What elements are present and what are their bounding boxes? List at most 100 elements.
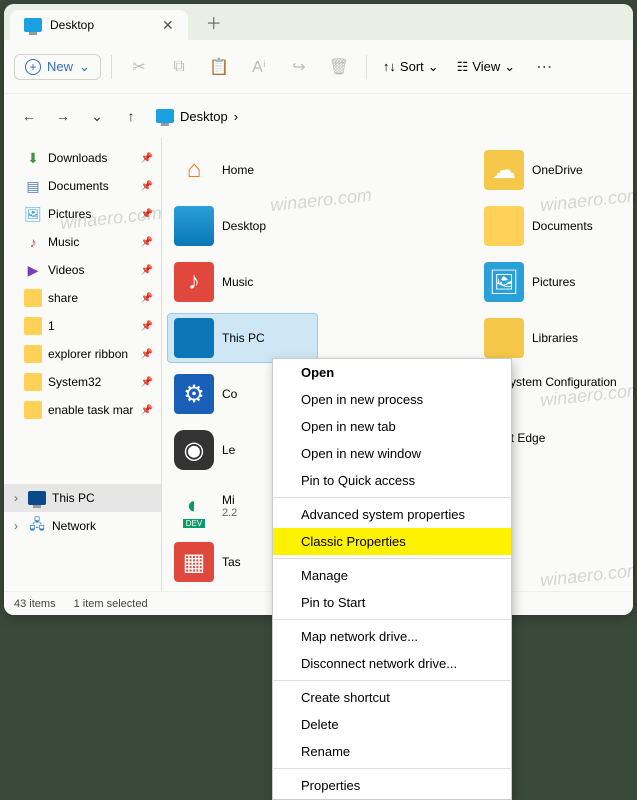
video-icon: ▶ [24, 261, 42, 279]
chevron-down-icon: ⌄ [504, 59, 515, 75]
new-tab-button[interactable]: ＋ [198, 10, 230, 34]
cut-icon[interactable]: ✂ [122, 50, 156, 84]
item-documents[interactable]: Documents [478, 202, 627, 250]
menu-disconnect-network-drive[interactable]: Disconnect network drive... [273, 650, 511, 677]
chevron-right-icon: › [234, 109, 238, 124]
sidebar-item-documents[interactable]: ▤Documents📌 [4, 172, 161, 200]
new-button[interactable]: + New ⌄ [14, 54, 101, 80]
libraries-icon [484, 318, 524, 358]
network-icon: 🖧 [28, 517, 46, 535]
crumb-label: Desktop [180, 109, 228, 124]
control-panel-icon: ⚙ [174, 374, 214, 414]
menu-open-new-window[interactable]: Open in new window [273, 440, 511, 467]
pin-icon: 📌 [141, 237, 153, 248]
home-icon: ⌂ [174, 150, 214, 190]
sidebar-item-music[interactable]: ♪Music📌 [4, 228, 161, 256]
sidebar-item-1[interactable]: 1📌 [4, 312, 161, 340]
menu-separator [273, 619, 511, 620]
delete-icon[interactable]: 🗑 [322, 50, 356, 84]
menu-separator [273, 558, 511, 559]
tab-desktop[interactable]: Desktop ✕ [10, 10, 188, 40]
pc-icon [174, 318, 214, 358]
item-libraries[interactable]: Libraries [478, 314, 627, 362]
sort-icon: ↑↓ [383, 59, 396, 74]
recent-button[interactable]: ⌄ [82, 101, 112, 131]
item-onedrive[interactable]: ☁OneDrive [478, 146, 627, 194]
sidebar-item-pictures[interactable]: 🖼Pictures📌 [4, 200, 161, 228]
cloud-icon: ☁ [484, 150, 524, 190]
rename-icon[interactable]: Aⁱ [242, 50, 276, 84]
pin-icon: 📌 [141, 293, 153, 304]
document-icon: ▤ [24, 177, 42, 195]
paste-icon[interactable]: 📋 [202, 50, 236, 84]
menu-manage[interactable]: Manage [273, 562, 511, 589]
folder-icon [24, 373, 42, 391]
status-count: 43 items [14, 598, 56, 610]
picture-icon: 🖼 [24, 205, 42, 223]
menu-properties[interactable]: Properties [273, 772, 511, 799]
sidebar-item-enable-task[interactable]: enable task mar📌 [4, 396, 161, 424]
pin-icon: 📌 [141, 181, 153, 192]
new-label: New [47, 59, 73, 74]
camera-icon: ◉ [174, 430, 214, 470]
up-button[interactable]: ↑ [116, 101, 146, 131]
expand-icon[interactable]: › [10, 519, 22, 533]
back-button[interactable]: ← [14, 101, 44, 131]
item-music[interactable]: ♪Music [168, 258, 317, 306]
item-desktop[interactable]: Desktop [168, 202, 317, 250]
share-icon[interactable]: ↪ [282, 50, 316, 84]
edge-icon: ◐DEV [174, 486, 214, 526]
sort-button[interactable]: ↑↓ Sort ⌄ [377, 59, 445, 75]
item-home[interactable]: ⌂Home [168, 146, 317, 194]
pin-icon: 📌 [141, 405, 153, 416]
folder-icon [24, 289, 42, 307]
pin-icon: 📌 [141, 349, 153, 360]
expand-icon[interactable]: › [10, 491, 22, 505]
sidebar-item-system32[interactable]: System32📌 [4, 368, 161, 396]
context-menu: Open Open in new process Open in new tab… [272, 358, 512, 800]
music-icon: ♪ [174, 262, 214, 302]
menu-open-new-process[interactable]: Open in new process [273, 386, 511, 413]
download-icon: ⬇ [24, 149, 42, 167]
item-pictures[interactable]: 🖼Pictures [478, 258, 627, 306]
nav-row: ← → ⌄ ↑ Desktop › [4, 94, 633, 138]
folder-icon [484, 206, 524, 246]
view-button[interactable]: ☷ View ⌄ [451, 59, 522, 75]
close-tab-icon[interactable]: ✕ [162, 17, 174, 34]
sidebar-item-share[interactable]: share📌 [4, 284, 161, 312]
menu-open[interactable]: Open [273, 359, 511, 386]
copy-icon[interactable]: ⧉ [162, 50, 196, 84]
menu-classic-properties[interactable]: Classic Properties [273, 528, 511, 555]
menu-pin-quick-access[interactable]: Pin to Quick access [273, 467, 511, 494]
more-icon[interactable]: ⋯ [527, 50, 561, 84]
menu-advanced-system-properties[interactable]: Advanced system properties [273, 501, 511, 528]
item-this-pc[interactable]: This PC [168, 314, 317, 362]
menu-rename[interactable]: Rename [273, 738, 511, 765]
task-icon: ▦ [174, 542, 214, 582]
sidebar-item-downloads[interactable]: ⬇Downloads📌 [4, 144, 161, 172]
sidebar: ⬇Downloads📌 ▤Documents📌 🖼Pictures📌 ♪Musi… [4, 138, 162, 615]
sidebar-item-videos[interactable]: ▶Videos📌 [4, 256, 161, 284]
menu-pin-to-start[interactable]: Pin to Start [273, 589, 511, 616]
forward-button[interactable]: → [48, 101, 78, 131]
folder-icon [24, 401, 42, 419]
sidebar-item-network[interactable]: ›🖧Network [4, 512, 161, 540]
menu-map-network-drive[interactable]: Map network drive... [273, 623, 511, 650]
folder-icon [24, 317, 42, 335]
desktop-icon [24, 18, 42, 32]
menu-open-new-tab[interactable]: Open in new tab [273, 413, 511, 440]
music-icon: ♪ [24, 233, 42, 251]
menu-separator [273, 680, 511, 681]
breadcrumb[interactable]: Desktop › [156, 109, 238, 124]
folder-icon [24, 345, 42, 363]
menu-delete[interactable]: Delete [273, 711, 511, 738]
plus-icon: + [25, 59, 41, 75]
menu-separator [273, 497, 511, 498]
chevron-down-icon: ⌄ [428, 59, 439, 75]
pin-icon: 📌 [141, 265, 153, 276]
chevron-down-icon: ⌄ [79, 59, 90, 75]
sidebar-item-this-pc[interactable]: ›This PC [4, 484, 161, 512]
desktop-icon [174, 206, 214, 246]
toolbar: + New ⌄ ✂ ⧉ 📋 Aⁱ ↪ 🗑 ↑↓ Sort ⌄ ☷ View ⌄ … [4, 40, 633, 94]
sidebar-item-explorer-ribbon[interactable]: explorer ribbon📌 [4, 340, 161, 368]
